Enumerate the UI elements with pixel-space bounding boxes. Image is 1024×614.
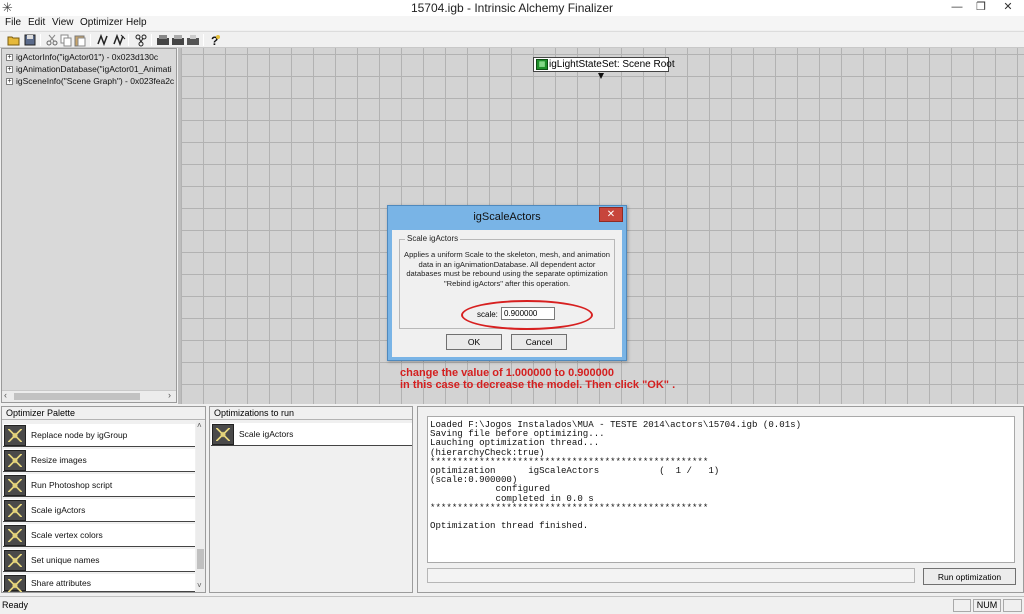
window-title: 15704.igb - Intrinsic Alchemy Finalizer — [410, 1, 614, 15]
palette-item[interactable]: Share attributes — [3, 574, 195, 592]
output-log[interactable]: Loaded F:\Jogos Instalados\MUA - TESTE 2… — [427, 416, 1015, 563]
run-list-item[interactable]: Scale igActors — [211, 423, 412, 446]
instruction-annotation: change the value of 1.000000 to 0.900000… — [400, 367, 700, 391]
log-line: ****************************************… — [430, 501, 709, 513]
help-icon[interactable]: ? — [208, 33, 222, 47]
close-button[interactable]: ✕ — [995, 0, 1021, 16]
palette-item[interactable]: Run Photoshop script — [3, 474, 195, 497]
menu-view[interactable]: View — [52, 17, 74, 28]
scene-tree-panel[interactable]: + igActorInfo("igActor01") - 0x023d130c +… — [1, 48, 177, 403]
render-icon[interactable] — [186, 33, 200, 47]
status-bar: Ready NUM — [0, 596, 1024, 614]
scale-group-box: Scale igActors Applies a uniform Scale t… — [399, 234, 615, 330]
expand-icon[interactable]: + — [6, 54, 13, 62]
palette-item[interactable]: Set unique names — [3, 549, 195, 572]
num-lock-indicator: NUM — [973, 599, 1001, 612]
scale-actors-dialog: igScaleActors ✕ Scale igActors Applies a… — [387, 205, 627, 361]
scroll-right-icon[interactable]: › — [168, 390, 171, 400]
maximize-button[interactable]: ❐ — [968, 0, 994, 16]
scroll-left-icon[interactable]: ‹ — [4, 390, 7, 400]
optimizer-icon — [4, 525, 26, 546]
paste-icon[interactable] — [73, 33, 87, 47]
run-list-header: Optimizations to run — [210, 407, 412, 420]
menu-optimizer[interactable]: Optimizer — [80, 17, 123, 28]
close-icon: ✕ — [606, 209, 616, 220]
expand-icon[interactable]: + — [6, 78, 13, 86]
menu-edit[interactable]: Edit — [28, 17, 45, 28]
scroll-down-icon[interactable]: ˅ — [197, 581, 202, 590]
light-state-icon: ▦ — [536, 58, 548, 70]
tree-item[interactable]: + igActorInfo("igActor01") - 0x023d130c — [6, 52, 158, 63]
node-connector-arrow-icon — [598, 73, 604, 79]
log-line: optimization igScaleActors ( 1 / 1) — [430, 465, 720, 477]
toolbar-separator — [128, 34, 129, 46]
title-bar: ✳ 15704.igb - Intrinsic Alchemy Finalize… — [0, 0, 1024, 16]
dialog-title: igScaleActors — [473, 211, 541, 223]
menu-file[interactable]: File — [5, 17, 21, 28]
toolbar-separator — [90, 34, 91, 46]
status-cell — [1003, 599, 1022, 612]
palette-item[interactable]: Resize images — [3, 449, 195, 472]
toolbar-separator — [151, 34, 152, 46]
palette-scrollbar[interactable]: ˄ ˅ — [196, 421, 205, 592]
cancel-button[interactable]: Cancel — [511, 334, 567, 350]
link-icon[interactable] — [96, 33, 110, 47]
log-line: Optimization thread finished. — [430, 520, 589, 532]
scene-root-node[interactable]: ▦ igLightStateSet: Scene Root — [533, 57, 675, 72]
palette-header: Optimizer Palette — [2, 407, 205, 420]
optimizer-icon — [4, 475, 26, 496]
toolbar: ? — [0, 31, 1024, 48]
toolbar-separator — [203, 34, 204, 46]
tree-item[interactable]: + igAnimationDatabase("igActor01_Animati — [6, 64, 172, 75]
unlink-icon[interactable] — [112, 33, 126, 47]
open-icon[interactable] — [7, 33, 21, 47]
menu-bar: File Edit View Optimizer Help — [0, 16, 1024, 30]
dialog-body: Scale igActors Applies a uniform Scale t… — [392, 230, 622, 357]
scrollbar-thumb[interactable] — [197, 549, 204, 569]
import-icon[interactable] — [171, 33, 185, 47]
annotation-line: change the value of 1.000000 to 0.900000 — [400, 367, 615, 379]
scene-root-label: igLightStateSet: Scene Root — [549, 59, 675, 70]
status-cell — [953, 599, 971, 612]
menu-help[interactable]: Help — [126, 17, 147, 28]
ok-button[interactable]: OK — [446, 334, 502, 350]
dialog-close-button[interactable]: ✕ — [599, 207, 623, 222]
dialog-description: Applies a uniform Scale to the skeleton,… — [404, 250, 610, 288]
expand-icon[interactable]: + — [6, 66, 13, 74]
status-text: Ready — [2, 600, 29, 610]
minimize-button[interactable]: — — [944, 0, 970, 16]
optimizer-icon — [4, 575, 26, 592]
scrollbar-thumb[interactable] — [14, 393, 140, 400]
optimizer-palette: Optimizer Palette Replace node by igGrou… — [1, 406, 206, 593]
horizontal-scrollbar[interactable]: ‹ › — [2, 390, 176, 402]
progress-bar — [427, 568, 915, 583]
optimizer-icon — [4, 550, 26, 571]
group-label: Scale igActors — [405, 234, 461, 243]
group-icon[interactable] — [134, 33, 148, 47]
log-panel: Loaded F:\Jogos Instalados\MUA - TESTE 2… — [417, 406, 1024, 593]
optimizations-to-run: Optimizations to run Scale igActors — [209, 406, 413, 593]
optimizer-icon — [4, 425, 26, 446]
save-icon[interactable] — [23, 33, 37, 47]
annotation-line: in this case to decrease the model. Then… — [400, 379, 676, 391]
palette-item[interactable]: Scale vertex colors — [3, 524, 195, 547]
palette-item[interactable]: Replace node by igGroup — [3, 424, 195, 447]
copy-icon[interactable] — [59, 33, 73, 47]
scroll-up-icon[interactable]: ˄ — [197, 421, 202, 430]
export-icon[interactable] — [156, 33, 170, 47]
tree-item[interactable]: + igSceneInfo("Scene Graph") - 0x023fea2c — [6, 76, 174, 87]
highlight-ellipse — [461, 300, 593, 330]
optimizer-icon — [4, 500, 26, 521]
run-optimization-button[interactable]: Run optimization — [923, 568, 1016, 585]
palette-item[interactable]: Scale igActors — [3, 499, 195, 522]
cut-icon[interactable] — [45, 33, 59, 47]
optimizer-icon — [212, 424, 234, 445]
toolbar-separator — [40, 34, 41, 46]
optimizer-icon — [4, 450, 26, 471]
